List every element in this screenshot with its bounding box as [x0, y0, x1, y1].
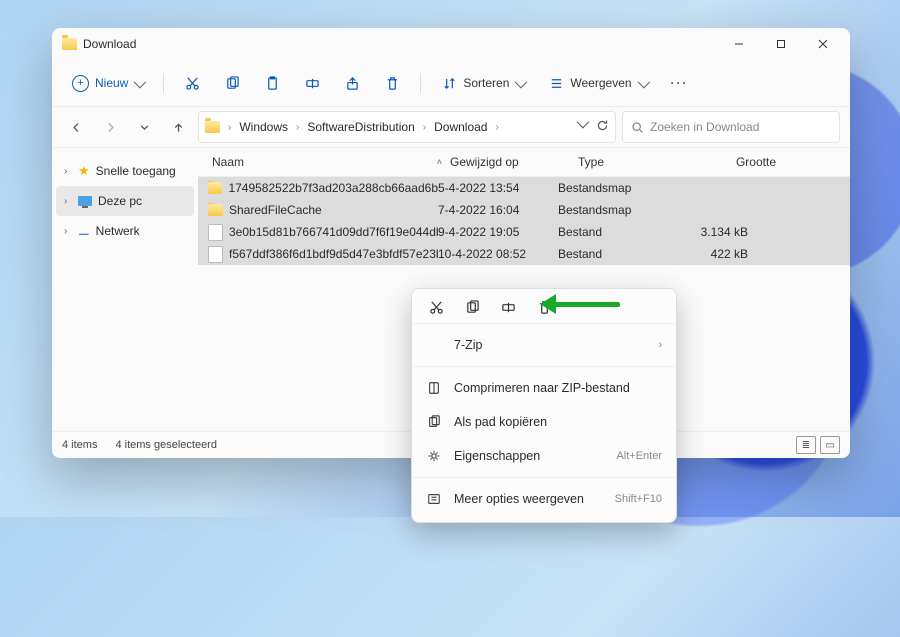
- rename-button[interactable]: [294, 67, 330, 99]
- chevron-right-icon: ›: [658, 339, 662, 351]
- delete-button[interactable]: [536, 299, 552, 315]
- chevron-down-icon: [515, 75, 528, 88]
- titlebar: Download: [52, 28, 850, 60]
- chevron-down-icon: [134, 75, 147, 88]
- ctx-item-7zip[interactable]: 7-Zip ›: [412, 328, 676, 362]
- chevron-down-icon[interactable]: [577, 116, 590, 129]
- file-icon: [208, 246, 223, 263]
- paste-button[interactable]: [254, 67, 290, 99]
- sidebar: › ★ Snelle toegang › Deze pc › ⚊ Netwerk: [52, 148, 198, 431]
- view-button[interactable]: Weergeven: [538, 67, 656, 99]
- breadcrumb-item[interactable]: Windows: [235, 118, 292, 136]
- rename-button[interactable]: [500, 299, 516, 315]
- more-icon: [426, 492, 442, 506]
- monitor-icon: [78, 196, 92, 206]
- rename-icon: [304, 75, 320, 91]
- folder-icon: [208, 182, 222, 194]
- window-title: Download: [83, 37, 136, 51]
- folder-icon: [62, 38, 77, 50]
- ctx-item-more-options[interactable]: Meer opties weergeven Shift+F10: [412, 482, 676, 516]
- chevron-right-icon: ›: [64, 196, 72, 207]
- scissors-icon: [184, 75, 200, 91]
- table-row[interactable]: 1749582522b7f3ad203a288cb66aad6b5-4-2022…: [198, 177, 850, 199]
- file-icon: [208, 224, 223, 241]
- share-button[interactable]: [334, 67, 370, 99]
- folder-icon: [205, 121, 220, 133]
- table-row[interactable]: 3e0b15d81b766741d09dd7f6f19e044db3625c29…: [198, 221, 850, 243]
- folder-icon: [208, 204, 223, 216]
- delete-button[interactable]: [374, 67, 410, 99]
- ctx-item-compress[interactable]: Comprimeren naar ZIP-bestand: [412, 371, 676, 405]
- forward-button[interactable]: [96, 113, 124, 141]
- clipboard-icon: [264, 75, 280, 91]
- new-button[interactable]: + Nieuw: [62, 67, 153, 99]
- sidebar-item-network[interactable]: › ⚊ Netwerk: [56, 216, 194, 246]
- breadcrumb[interactable]: › Windows › SoftwareDistribution › Downl…: [198, 111, 616, 143]
- share-icon: [344, 75, 360, 91]
- sort-caret-icon: ˄: [437, 157, 442, 167]
- chevron-down-icon: [637, 75, 650, 88]
- refresh-button[interactable]: [596, 119, 609, 135]
- context-menu: 7-Zip › Comprimeren naar ZIP-bestand Als…: [411, 288, 677, 523]
- search-input[interactable]: Zoeken in Download: [622, 111, 840, 143]
- minimize-button[interactable]: [718, 28, 760, 60]
- breadcrumb-item[interactable]: SoftwareDistribution: [303, 118, 418, 136]
- maximize-button[interactable]: [760, 28, 802, 60]
- copy-icon: [224, 75, 240, 91]
- trash-icon: [384, 75, 400, 91]
- zip-icon: [426, 381, 442, 395]
- close-button[interactable]: [802, 28, 844, 60]
- up-button[interactable]: [164, 113, 192, 141]
- table-row[interactable]: f567ddf386f6d1bdf9d5d47e3bfdf57e23bba837…: [198, 243, 850, 265]
- cut-button[interactable]: [174, 67, 210, 99]
- plus-icon: +: [72, 75, 89, 92]
- cut-button[interactable]: [428, 299, 444, 315]
- chevron-right-icon: ›: [64, 166, 72, 177]
- icons-view-button[interactable]: ▭: [820, 436, 840, 454]
- details-view-button[interactable]: ≣: [796, 436, 816, 454]
- more-button[interactable]: ···: [661, 67, 699, 99]
- back-button[interactable]: [62, 113, 90, 141]
- chevron-right-icon: ›: [64, 226, 72, 237]
- copy-button[interactable]: [464, 299, 480, 315]
- column-headers[interactable]: Naam˄ Gewijzigd op Type Grootte: [198, 148, 850, 177]
- sidebar-item-quick-access[interactable]: › ★ Snelle toegang: [56, 156, 194, 186]
- sidebar-item-this-pc[interactable]: › Deze pc: [56, 186, 194, 216]
- breadcrumb-item[interactable]: Download: [430, 118, 491, 136]
- copy-path-icon: [426, 415, 442, 429]
- sort-button[interactable]: Sorteren: [431, 67, 534, 99]
- item-count: 4 items: [62, 439, 97, 451]
- network-icon: ⚊: [78, 223, 90, 239]
- ctx-item-properties[interactable]: Eigenschappen Alt+Enter: [412, 439, 676, 473]
- selection-count: 4 items geselecteerd: [115, 439, 217, 451]
- table-row[interactable]: SharedFileCache7-4-2022 16:04Bestandsmap: [198, 199, 850, 221]
- address-row: › Windows › SoftwareDistribution › Downl…: [52, 107, 850, 148]
- ellipsis-icon: ···: [671, 76, 689, 90]
- search-icon: [631, 121, 644, 134]
- ctx-item-copy-path[interactable]: Als pad kopiëren: [412, 405, 676, 439]
- toolbar: + Nieuw Sorteren Weergeven ···: [52, 60, 850, 107]
- view-icon: [548, 75, 564, 91]
- star-icon: ★: [78, 163, 90, 179]
- sort-icon: [441, 75, 457, 91]
- properties-icon: [426, 449, 442, 463]
- recent-button[interactable]: [130, 113, 158, 141]
- copy-button[interactable]: [214, 67, 250, 99]
